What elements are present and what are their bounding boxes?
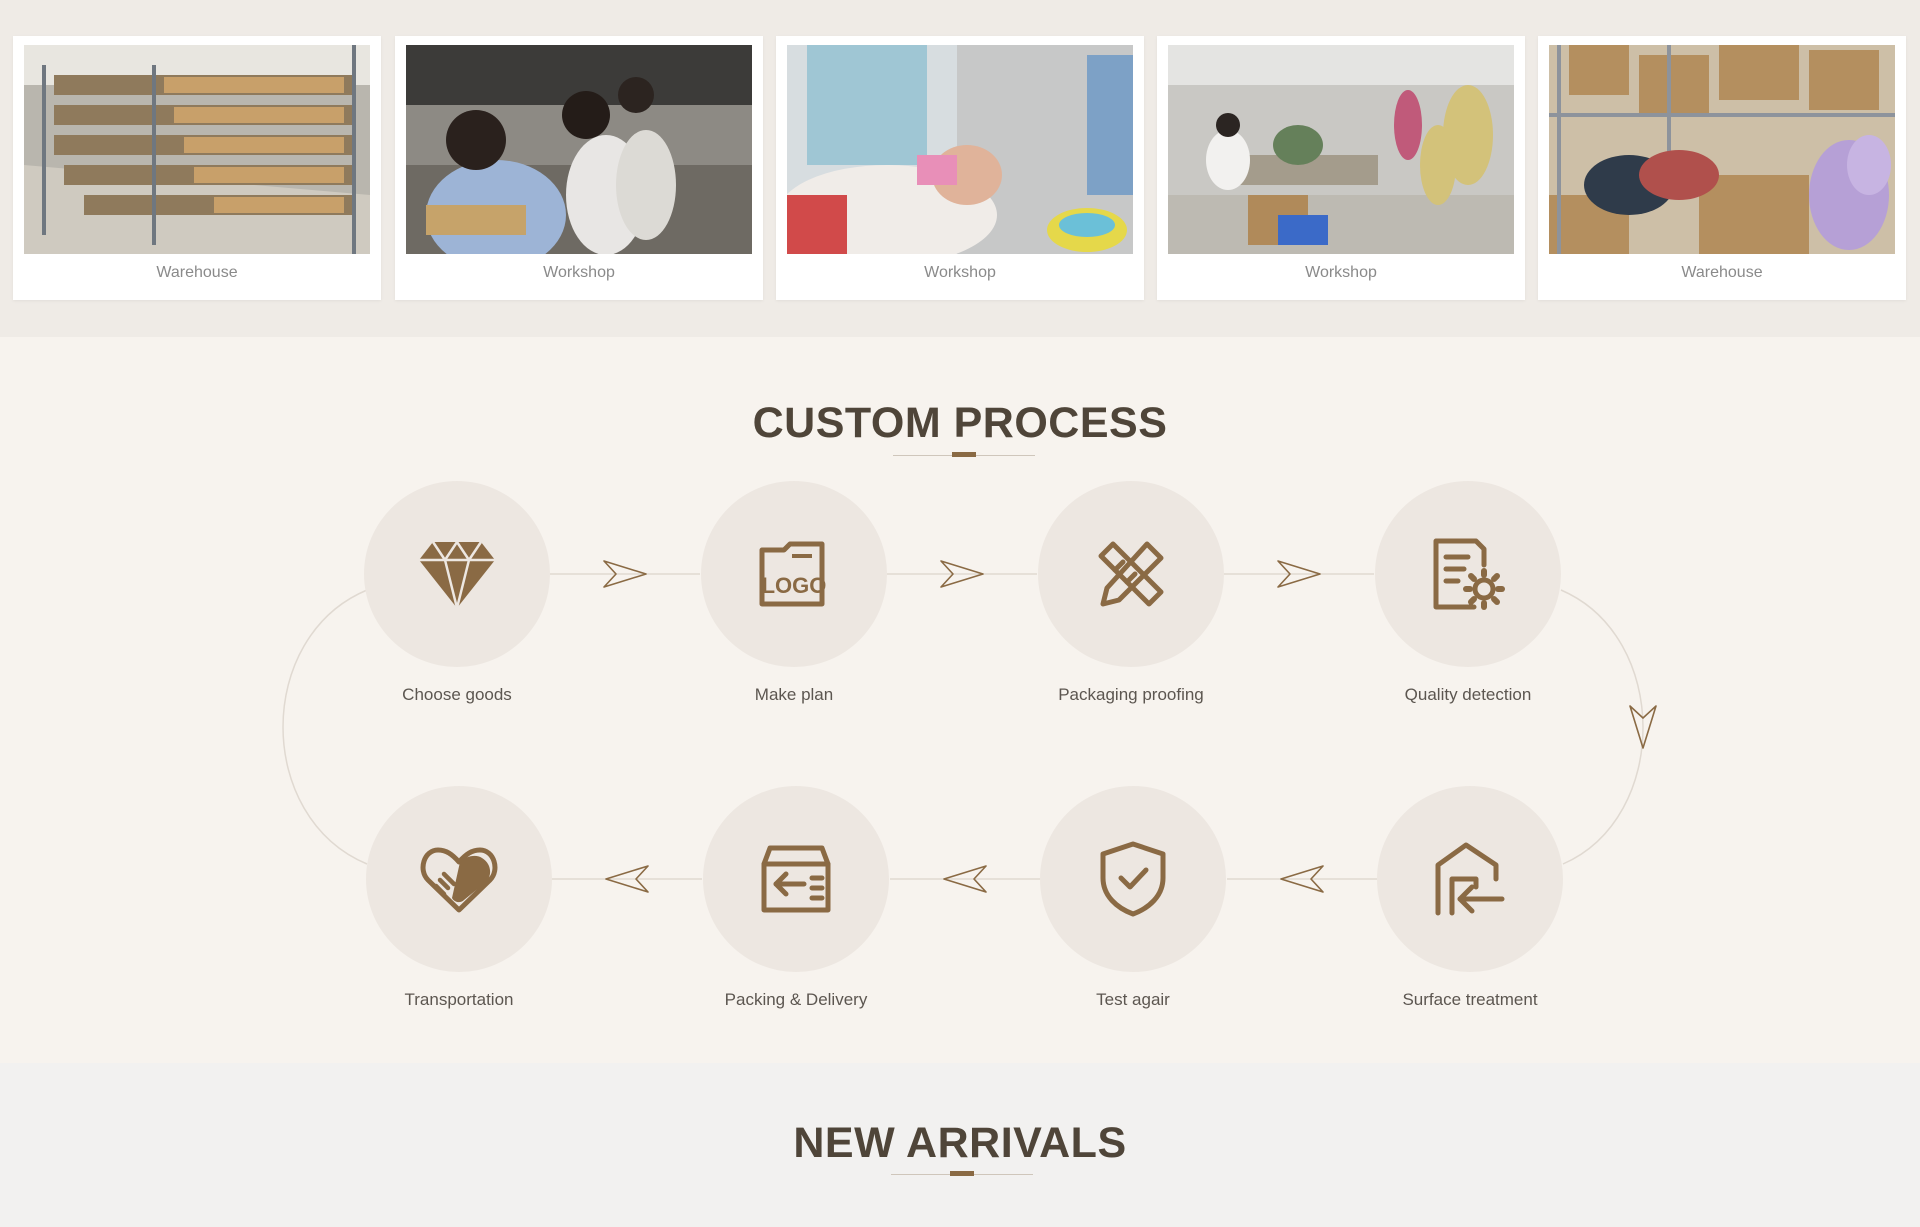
step-circle — [1038, 481, 1224, 667]
step-label: Test agair — [1096, 990, 1170, 1009]
workshop-photo[interactable] — [1168, 45, 1514, 254]
gallery-card[interactable]: Warehouse — [1538, 36, 1906, 300]
step-circle — [1377, 786, 1563, 972]
process-step-quality-detection[interactable]: Quality detection — [1318, 481, 1618, 705]
arrow-left-icon — [1280, 865, 1324, 893]
arrow-right-icon — [603, 560, 647, 588]
new-arrivals-section: NEW ARRIVALS — [0, 1063, 1920, 1227]
step-circle: LOGO — [701, 481, 887, 667]
process-step-surface-treatment[interactable]: Surface treatment — [1320, 786, 1620, 1010]
custom-process-section: CUSTOM PROCESS Choose goods LOGO Make pl… — [0, 337, 1920, 1063]
step-label: Packaging proofing — [1058, 685, 1204, 704]
box-arrow-icon — [761, 845, 831, 913]
diamond-icon — [419, 539, 495, 609]
svg-text:LOGO: LOGO — [762, 573, 827, 598]
pencil-ruler-icon — [1098, 541, 1164, 607]
arrow-right-icon — [940, 560, 984, 588]
step-label: Surface treatment — [1402, 990, 1538, 1009]
step-circle — [366, 786, 552, 972]
document-gear-icon — [1433, 538, 1505, 610]
arrow-down-icon — [1629, 705, 1657, 749]
gallery-card[interactable]: Workshop — [776, 36, 1144, 300]
gallery-card[interactable]: Workshop — [395, 36, 763, 300]
arrow-left-icon — [605, 865, 649, 893]
handshake-icon — [420, 847, 498, 913]
process-step-make-plan[interactable]: LOGO Make plan — [644, 481, 944, 705]
process-flow-lines — [282, 573, 1644, 880]
gallery-card[interactable]: Warehouse — [13, 36, 381, 300]
warehouse-photo[interactable] — [1549, 45, 1895, 254]
title-underline — [891, 1171, 1033, 1176]
step-label: Packing & Delivery — [724, 990, 868, 1009]
shield-check-icon — [1100, 841, 1166, 917]
workshop-photo[interactable] — [787, 45, 1133, 254]
house-arrow-icon — [1435, 842, 1505, 916]
logo-folder-icon: LOGO — [759, 541, 827, 607]
process-step-transportation[interactable]: Transportation — [309, 786, 609, 1010]
step-circle — [703, 786, 889, 972]
step-label: Transportation — [404, 990, 514, 1009]
section-title: NEW ARRIVALS — [793, 1119, 1127, 1167]
workshop-photo[interactable] — [406, 45, 752, 254]
step-label: Choose goods — [402, 685, 512, 704]
step-circle — [1040, 786, 1226, 972]
process-step-packing-delivery[interactable]: Packing & Delivery — [646, 786, 946, 1010]
step-circle — [1375, 481, 1561, 667]
arrow-right-icon — [1277, 560, 1321, 588]
gallery-caption: Warehouse — [1681, 264, 1763, 281]
process-step-packaging-proofing[interactable]: Packaging proofing — [981, 481, 1281, 705]
gallery-caption: Warehouse — [156, 264, 238, 281]
gallery-caption: Workshop — [1305, 264, 1377, 281]
process-step-test-again[interactable]: Test agair — [983, 786, 1283, 1010]
step-circle — [364, 481, 550, 667]
process-step-choose-goods[interactable]: Choose goods — [307, 481, 607, 705]
gallery-card[interactable]: Workshop — [1157, 36, 1525, 300]
arrow-left-icon — [943, 865, 987, 893]
gallery-caption: Workshop — [543, 264, 615, 281]
step-label: Make plan — [754, 685, 834, 704]
gallery-caption: Workshop — [924, 264, 996, 281]
warehouse-photo[interactable] — [24, 45, 370, 254]
step-label: Quality detection — [1404, 685, 1532, 704]
facility-gallery: Warehouse Workshop Workshop Workshop War… — [0, 0, 1920, 337]
